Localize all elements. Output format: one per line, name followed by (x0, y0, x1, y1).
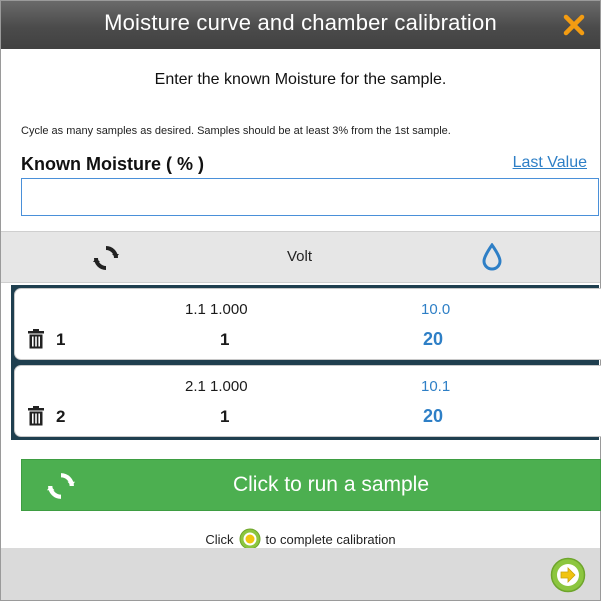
trash-icon[interactable] (27, 329, 45, 349)
sample-number: 1 (56, 330, 66, 349)
sample-row[interactable]: 1.1 1.000 10.0 20 1 1 20 (14, 288, 601, 360)
sample-measured-moisture: 10.0 (421, 301, 451, 318)
trash-icon[interactable] (27, 406, 45, 426)
calibration-dialog: Moisture curve and chamber calibration E… (0, 0, 601, 601)
last-value-link[interactable]: Last Value (513, 154, 587, 172)
footer-bar (1, 548, 600, 600)
sample-raw-values: 1.1 1.000 (185, 301, 248, 318)
hint-text-before: Click (205, 531, 234, 547)
run-sample-button[interactable]: Click to run a sample (21, 459, 601, 511)
instruction-text: Enter the known Moisture for the sample. (154, 71, 447, 88)
samples-table: 1.1 1.000 10.0 20 1 1 20 2.1 1.000 10.1 … (11, 285, 601, 440)
volt-column-label: Volt (287, 248, 313, 265)
cycle-note: Cycle as many samples as desired. Sample… (21, 125, 451, 137)
completion-hint: Click to complete calibration (1, 528, 600, 550)
known-moisture-input[interactable] (21, 178, 599, 216)
dialog-title: Moisture curve and chamber calibration (104, 10, 497, 35)
known-moisture-label: Known Moisture ( % ) (21, 154, 204, 174)
table-header: Volt (1, 231, 600, 283)
sample-row[interactable]: 2.1 1.000 10.1 20 2 1 20 (14, 365, 601, 437)
cycle-icon (93, 245, 119, 271)
sample-count: 1 (220, 330, 230, 349)
next-arrow-icon (239, 528, 261, 550)
title-bar: Moisture curve and chamber calibration (1, 1, 600, 49)
sample-number: 2 (56, 407, 66, 426)
sample-raw-values: 2.1 1.000 (185, 378, 248, 395)
next-arrow-icon[interactable] (550, 557, 586, 593)
sample-known-moisture: 20 (423, 329, 444, 349)
sample-known-moisture: 20 (423, 406, 444, 426)
close-icon[interactable] (562, 13, 586, 37)
sample-measured-moisture: 10.1 (421, 378, 451, 395)
run-sample-label: Click to run a sample (232, 473, 430, 496)
hint-text-after: to complete calibration (265, 531, 396, 547)
water-drop-icon (481, 242, 503, 271)
sample-count: 1 (220, 407, 230, 426)
